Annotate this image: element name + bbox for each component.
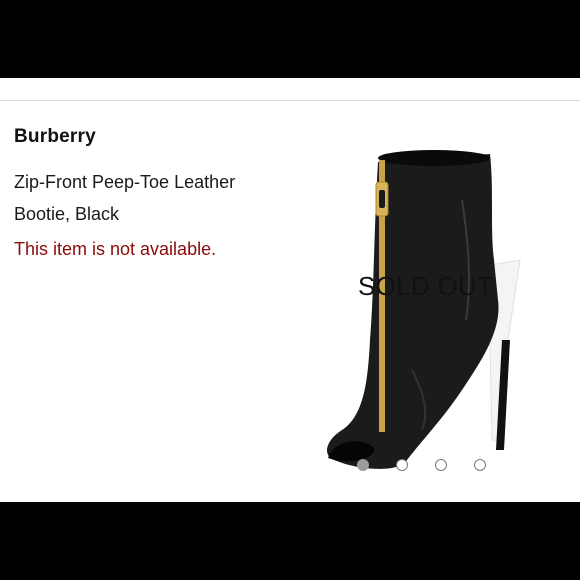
product-title-line-2: Bootie, Black: [14, 204, 120, 224]
top-black-bar: [0, 0, 580, 78]
carousel-dot-1[interactable]: [357, 459, 369, 471]
brand-name: Burberry: [14, 126, 96, 147]
boot-body: [327, 154, 499, 469]
ankle-bootie-image[interactable]: [312, 140, 542, 480]
sold-out-label: SOLD OUT: [358, 271, 494, 301]
divider: [0, 100, 580, 101]
boot-opening: [378, 150, 490, 166]
product-panel: Burberry Zip-Front Peep-Toe Leather Boot…: [0, 78, 580, 502]
carousel-pagination: [357, 459, 486, 473]
carousel-dot-2[interactable]: [396, 459, 408, 471]
product-title: Zip-Front Peep-Toe Leather Bootie, Black: [14, 166, 274, 230]
bottom-black-bar: [0, 502, 580, 580]
carousel-dot-3[interactable]: [435, 459, 447, 471]
product-title-line-1: Zip-Front Peep-Toe Leather: [14, 172, 236, 192]
availability-message: This item is not available.: [14, 239, 217, 259]
carousel-dot-4[interactable]: [474, 459, 486, 471]
